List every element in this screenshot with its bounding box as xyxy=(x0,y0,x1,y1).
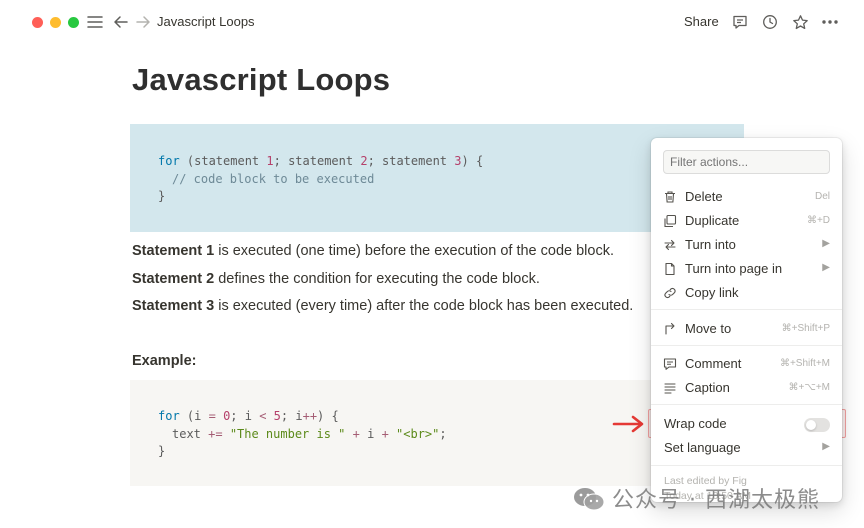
example-heading[interactable]: Example: xyxy=(132,353,196,369)
code-comment: // code block to be executed xyxy=(172,172,375,186)
menu-item-label: Copy link xyxy=(685,285,739,300)
statement-1-paragraph[interactable]: Statement 1 is executed (one time) befor… xyxy=(132,243,614,259)
menu-divider xyxy=(651,404,842,405)
menu-item-label: Wrap code xyxy=(664,416,727,431)
menu-item-turn-into-page[interactable]: Turn into page in ▶ xyxy=(651,257,842,281)
menu-item-shortcut: ⌘+⌥+M xyxy=(788,382,830,393)
duplicate-icon xyxy=(664,214,677,228)
page-icon xyxy=(665,262,675,276)
menu-divider xyxy=(651,345,842,346)
chevron-right-icon: ▶ xyxy=(822,441,830,452)
menu-item-label: Turn into page in xyxy=(685,261,783,276)
menu-item-shortcut: ⌘+Shift+M xyxy=(779,358,830,369)
window-zoom-button[interactable] xyxy=(68,17,79,28)
menu-divider xyxy=(651,309,842,310)
chevron-right-icon: ▶ xyxy=(822,238,830,249)
code-line: for (i = 0; i < 5; i++) { xyxy=(158,409,339,423)
code-line: } xyxy=(158,444,166,458)
menu-item-copy-link[interactable]: Copy link xyxy=(651,281,842,305)
window-minimize-button[interactable] xyxy=(50,17,61,28)
window-close-button[interactable] xyxy=(32,17,43,28)
caption-icon xyxy=(664,383,676,394)
watermark-text: 公众号 · 西湖太极熊 xyxy=(612,488,820,513)
menu-item-set-language[interactable]: Set language ▶ xyxy=(651,436,842,460)
statement-2-paragraph[interactable]: Statement 2 defines the condition for ex… xyxy=(132,271,540,287)
forward-arrow-icon[interactable] xyxy=(132,11,154,33)
back-arrow-icon[interactable] xyxy=(110,11,132,33)
watermark: 公众号 · 西湖太极熊 xyxy=(572,480,864,520)
menu-item-label: Comment xyxy=(685,356,742,371)
menu-item-label: Caption xyxy=(685,380,730,395)
link-icon xyxy=(664,287,676,299)
clock-icon[interactable] xyxy=(759,11,781,33)
menu-item-caption[interactable]: Caption ⌘+⌥+M xyxy=(651,376,842,400)
chevron-right-icon: ▶ xyxy=(822,262,830,273)
menu-item-wrap-code[interactable]: Wrap code xyxy=(651,412,842,436)
menu-item-move-to[interactable]: Move to ⌘+Shift+P xyxy=(651,317,842,341)
filter-actions-input[interactable] xyxy=(663,150,830,174)
menu-item-label: Duplicate xyxy=(685,213,740,228)
menu-item-shortcut: ⌘+D xyxy=(806,215,830,226)
comment-icon xyxy=(663,358,677,370)
move-to-icon xyxy=(665,322,675,335)
turn-into-icon xyxy=(664,239,676,251)
menu-item-duplicate[interactable]: Duplicate ⌘+D xyxy=(651,209,842,233)
top-bar: Javascript Loops Share xyxy=(0,0,864,44)
menu-divider xyxy=(651,465,842,466)
code-line: } xyxy=(158,189,166,203)
toggle-knob xyxy=(806,420,816,430)
menu-item-shortcut: ⌘+Shift+P xyxy=(781,323,830,334)
code-line: for (statement 1; statement 2; statement… xyxy=(158,154,484,168)
wechat-icon xyxy=(574,488,605,511)
menu-item-label: Turn into xyxy=(685,237,736,252)
red-arrow-icon xyxy=(612,415,644,433)
page-title[interactable]: Javascript Loops xyxy=(132,62,390,98)
more-icon[interactable] xyxy=(819,11,841,33)
menu-icon[interactable] xyxy=(84,11,106,33)
trash-icon xyxy=(665,191,675,203)
menu-item-label: Set language xyxy=(664,440,741,455)
comment-icon[interactable] xyxy=(729,11,751,33)
menu-item-comment[interactable]: Comment ⌘+Shift+M xyxy=(651,352,842,376)
star-icon[interactable] xyxy=(789,11,811,33)
breadcrumb-page-title[interactable]: Javascript Loops xyxy=(157,14,255,29)
share-button[interactable]: Share xyxy=(684,14,719,29)
wrap-code-toggle[interactable] xyxy=(804,418,830,432)
menu-item-shortcut: Del xyxy=(814,191,830,202)
menu-item-delete[interactable]: Delete Del xyxy=(651,185,842,209)
menu-item-turn-into[interactable]: Turn into ▶ xyxy=(651,233,842,257)
menu-item-label: Delete xyxy=(685,189,723,204)
block-actions-menu: Delete Del Duplicate ⌘+D Turn into ▶ Tur… xyxy=(651,138,842,502)
menu-item-label: Move to xyxy=(685,321,732,336)
code-line: text += "The number is " + i + "<br>"; xyxy=(172,427,447,441)
statement-3-paragraph[interactable]: Statement 3 is executed (every time) aft… xyxy=(132,298,633,314)
